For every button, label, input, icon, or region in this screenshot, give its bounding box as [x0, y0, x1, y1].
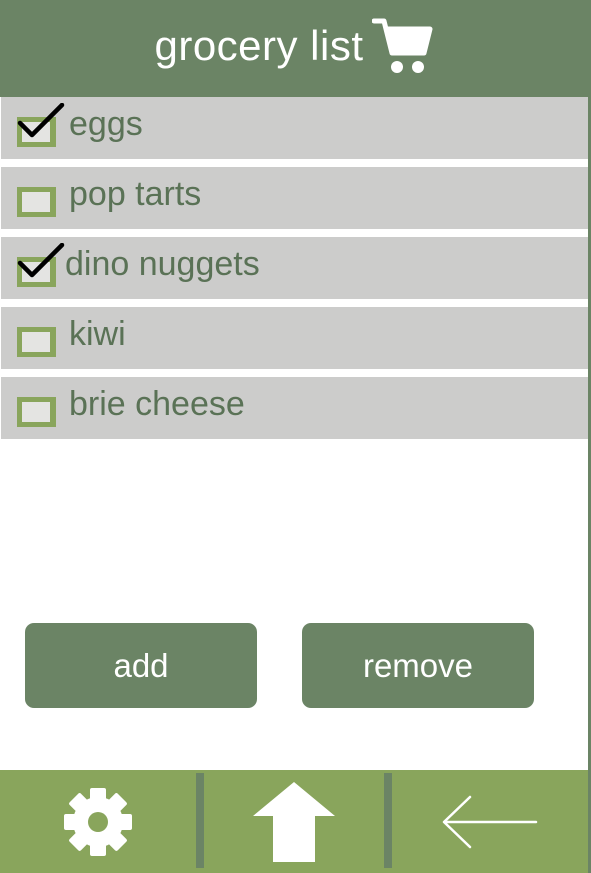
remove-button[interactable]: remove [302, 623, 534, 708]
page-title: grocery list [154, 21, 364, 69]
list-item[interactable]: eggs [1, 97, 588, 159]
app-screen: grocery list eggs pop tarts dino nuggets… [0, 0, 591, 873]
add-button[interactable]: add [25, 623, 257, 708]
item-label: brie cheese [69, 385, 245, 423]
checkbox-unchecked[interactable] [17, 397, 57, 427]
list-item[interactable]: kiwi [1, 307, 588, 369]
list-item[interactable]: pop tarts [1, 167, 588, 229]
list-item[interactable]: brie cheese [1, 377, 588, 439]
item-label: kiwi [69, 315, 126, 353]
nav-divider [384, 773, 392, 868]
list-item[interactable]: dino nuggets [1, 237, 588, 299]
check-mark-icon [17, 103, 65, 138]
back-button[interactable] [392, 770, 588, 873]
nav-divider [196, 773, 204, 868]
settings-button[interactable] [0, 770, 196, 873]
check-mark-icon [17, 243, 65, 278]
checkbox-unchecked[interactable] [17, 327, 57, 357]
back-arrow-icon [442, 795, 538, 848]
shopping-cart-icon [371, 18, 433, 73]
checkbox-unchecked[interactable] [17, 187, 57, 217]
gear-icon [64, 787, 132, 856]
item-label: eggs [69, 105, 143, 143]
home-button[interactable] [204, 770, 384, 873]
footer-nav [0, 770, 588, 873]
item-label: dino nuggets [65, 245, 260, 283]
item-label: pop tarts [69, 175, 202, 213]
home-up-arrow-icon [253, 781, 335, 862]
header: grocery list [0, 0, 588, 97]
